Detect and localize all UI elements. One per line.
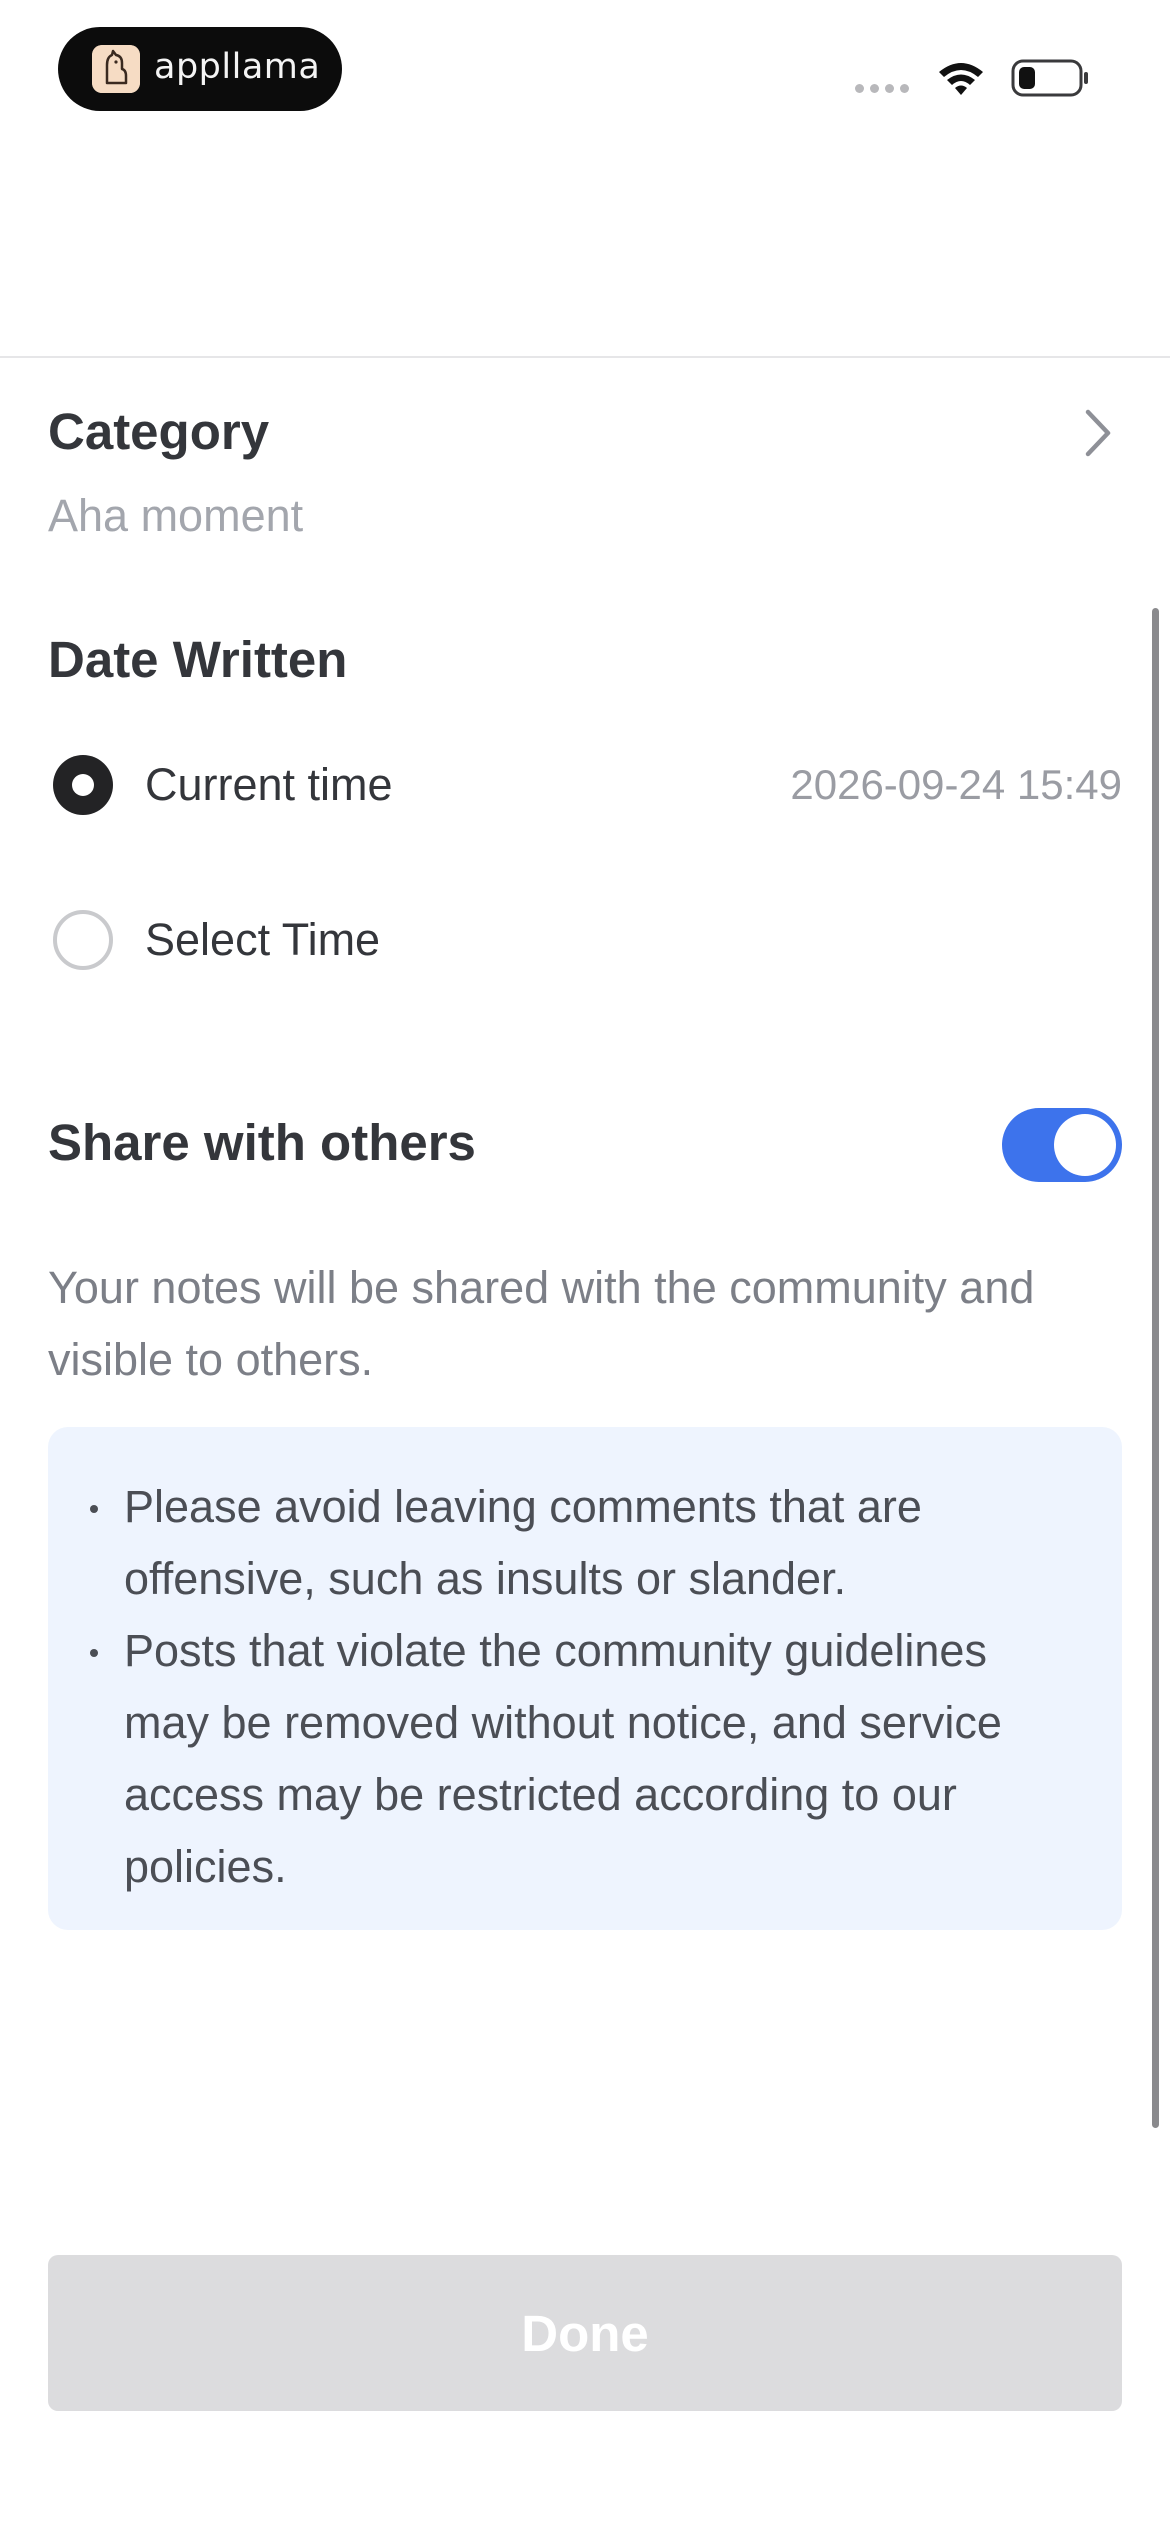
scrollbar[interactable] [1152, 608, 1159, 2128]
share-title: Share with others [48, 1114, 476, 1171]
share-toggle[interactable] [1002, 1108, 1122, 1182]
option-current-time-label: Current time [145, 759, 393, 810]
date-written-title: Date Written [48, 631, 348, 688]
chevron-right-icon[interactable] [1078, 406, 1118, 460]
category-value[interactable]: Aha moment [48, 490, 303, 542]
cellular-signal-icon [855, 84, 909, 93]
option-select-time[interactable]: Select Time [48, 900, 1122, 980]
option-select-time-label: Select Time [145, 914, 381, 965]
wifi-icon [939, 63, 983, 95]
toggle-knob [1054, 1114, 1116, 1176]
battery-icon [1011, 59, 1088, 97]
notice-item: Posts that violate the community guideli… [88, 1615, 1082, 1903]
category-title[interactable]: Category [48, 402, 269, 461]
share-description: Your notes will be shared with the commu… [48, 1262, 1035, 1385]
radio-checked-icon[interactable] [53, 755, 113, 815]
header-divider [0, 356, 1170, 358]
llama-logo-icon [92, 45, 140, 93]
app-badge-text: appllama [154, 47, 321, 87]
done-button[interactable]: Done [48, 2255, 1122, 2411]
notice-item: Please avoid leaving comments that are o… [88, 1471, 1082, 1615]
current-time-value: 2026-09-24 15:49 [790, 761, 1122, 808]
option-current-time[interactable]: Current time 2026-09-24 15:49 [48, 745, 1122, 825]
community-notice: Please avoid leaving comments that are o… [48, 1427, 1122, 1930]
app-badge: appllama [58, 27, 342, 111]
radio-unchecked-icon[interactable] [53, 910, 113, 970]
